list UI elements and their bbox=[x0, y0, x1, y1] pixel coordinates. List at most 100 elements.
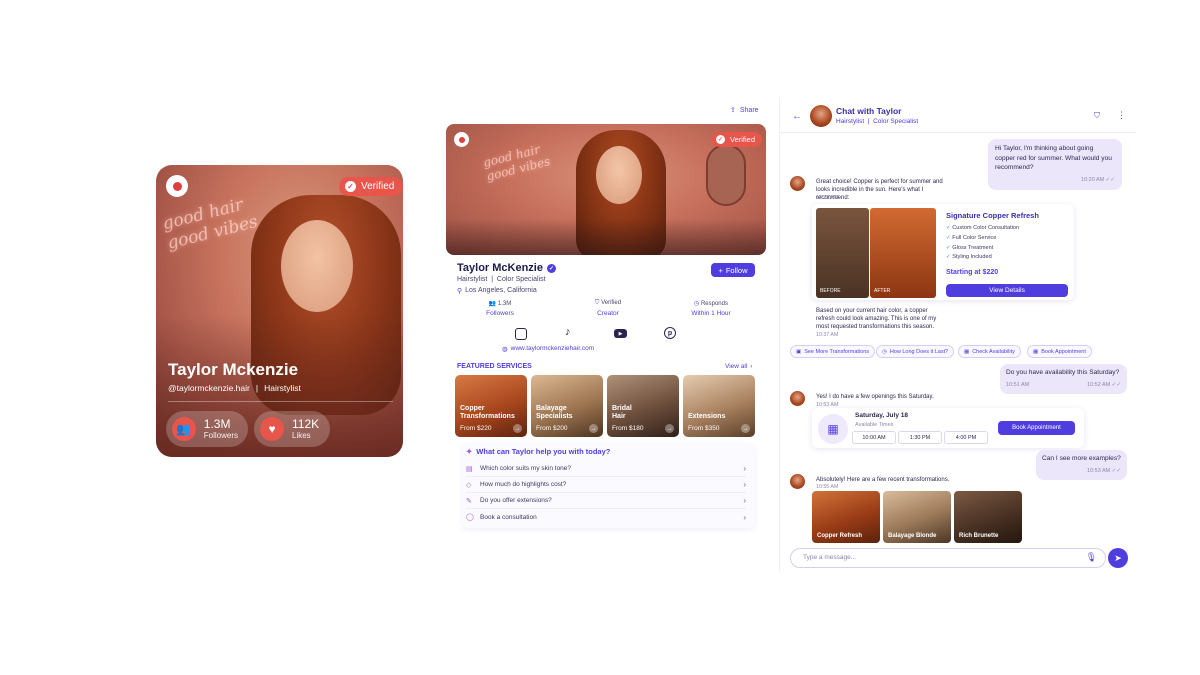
back-arrow-icon[interactable]: ← bbox=[792, 111, 802, 122]
arrow-right-icon: → bbox=[513, 424, 522, 433]
arrow-right-icon: → bbox=[741, 424, 750, 433]
divider bbox=[168, 401, 393, 402]
record-icon[interactable] bbox=[166, 175, 188, 197]
help-item[interactable]: ✎ Do you offer extensions? › bbox=[466, 493, 746, 509]
chat-icon: ◯ bbox=[466, 514, 474, 521]
check-icon: ✓ bbox=[946, 234, 951, 241]
book-appointment-button[interactable]: Book Appointment bbox=[998, 421, 1075, 435]
service-card[interactable]: Bridal Hair From $180 → bbox=[607, 375, 679, 437]
tiktok-icon[interactable]: ♪ bbox=[565, 326, 571, 338]
avatar bbox=[790, 176, 805, 191]
outgoing-message: Do you have availability this Saturday? … bbox=[1000, 364, 1127, 394]
add-user-icon: + bbox=[718, 265, 723, 275]
chip-availability[interactable]: ▦ Check Availability bbox=[958, 345, 1021, 358]
shield-icon[interactable]: ⛉ bbox=[1094, 111, 1100, 121]
time-slot[interactable]: 10:00 AM bbox=[852, 431, 896, 444]
neon-sign: good hair good vibes bbox=[160, 194, 260, 254]
pencil-icon: ✎ bbox=[466, 497, 472, 505]
location-pin-icon: ⚲ bbox=[457, 288, 463, 295]
service-card[interactable]: Extensions From $350 → bbox=[683, 375, 755, 437]
booking-date: Saturday, July 18 bbox=[855, 412, 908, 419]
chip-how-long[interactable]: ◷ How Long Does it Last? bbox=[876, 345, 955, 358]
people-icon: 👥 bbox=[172, 417, 196, 441]
chip-see-more[interactable]: ▣ See More Transformations bbox=[790, 345, 876, 358]
time-slot[interactable]: 4:00 PM bbox=[944, 431, 988, 444]
profile-meta: @taylormckenzie.hair | Hairstylist bbox=[168, 383, 301, 393]
send-icon: ➤ bbox=[1114, 552, 1122, 563]
incoming-message: Based on your current hair color, a copp… bbox=[816, 308, 937, 331]
message-input[interactable]: Type a message... 🎙 bbox=[790, 548, 1106, 568]
instagram-icon[interactable] bbox=[515, 328, 527, 340]
gallery-photo[interactable]: Balayage Blonde bbox=[883, 491, 951, 543]
check-icon: ✓ bbox=[345, 181, 356, 192]
offer-features: ✓ Custom Color Consultation ✓ Full Color… bbox=[946, 225, 1020, 261]
help-item[interactable]: ▤ Which color suits my skin tone? › bbox=[466, 461, 746, 477]
heart-icon: ♥ bbox=[260, 417, 284, 441]
divider bbox=[780, 132, 1136, 133]
help-item[interactable]: ◯ Book a consultation › bbox=[466, 509, 746, 525]
mirror-decor bbox=[706, 144, 746, 206]
service-card[interactable]: Balayage Specialists From $200 → bbox=[531, 375, 603, 437]
clock-icon: ◷ bbox=[694, 301, 700, 307]
before-photo: BEFORE bbox=[816, 208, 869, 298]
calendar-icon: ▦ bbox=[818, 414, 848, 444]
likes-stat[interactable]: ♥ 112K Likes bbox=[254, 411, 330, 447]
arrow-right-icon: → bbox=[589, 424, 598, 433]
shield-check-icon: ⛉ bbox=[594, 300, 600, 306]
portrait-face bbox=[281, 220, 353, 312]
share-icon: ⇪ bbox=[730, 107, 736, 114]
profile-subtitle: Hairstylist | Color Specialist bbox=[457, 276, 546, 283]
youtube-icon[interactable]: ▶ bbox=[614, 329, 627, 338]
chevron-right-icon: › bbox=[750, 363, 753, 370]
chat-title: Chat with Taylor bbox=[836, 106, 902, 116]
avatar bbox=[810, 105, 832, 127]
portrait-face bbox=[596, 146, 642, 204]
outgoing-message: Hi Taylor, I'm thinking about going copp… bbox=[988, 139, 1122, 190]
avatar bbox=[790, 474, 805, 489]
avatar bbox=[790, 391, 805, 406]
after-photo: AFTER bbox=[870, 208, 936, 298]
hero-shade bbox=[446, 219, 766, 255]
incoming-message: Yes! I do have a few openings this Satur… bbox=[816, 394, 934, 400]
chevron-right-icon: › bbox=[743, 496, 746, 505]
gallery-photo[interactable]: Copper Refresh bbox=[812, 491, 880, 543]
followers-stat[interactable]: 👥 1.3M Followers bbox=[166, 411, 248, 447]
profile-card-compact: good hair good vibes ✓ Verified Taylor M… bbox=[156, 165, 403, 457]
follow-button[interactable]: + Follow bbox=[711, 263, 755, 277]
sparkle-icon: ✦ bbox=[466, 447, 473, 456]
send-button[interactable]: ➤ bbox=[1108, 548, 1128, 568]
view-all-link[interactable]: View all › bbox=[725, 363, 752, 370]
time-slot[interactable]: 1:30 PM bbox=[898, 431, 942, 444]
view-details-button[interactable]: View Details bbox=[946, 284, 1068, 297]
service-card[interactable]: Copper Transformations From $220 → bbox=[455, 375, 527, 437]
offer-price: Starting at $220 bbox=[946, 269, 999, 276]
check-icon: ✓ bbox=[946, 225, 951, 231]
record-icon[interactable] bbox=[454, 132, 469, 147]
message-time: 10:37 AM bbox=[816, 332, 839, 338]
help-title: ✦ What can Taylor help you with today? bbox=[466, 447, 611, 456]
gallery-photo[interactable]: Rich Brunette bbox=[954, 491, 1022, 543]
check-icon: ✓ bbox=[946, 254, 951, 261]
chevron-right-icon: › bbox=[743, 512, 746, 522]
incoming-message: Absolutely! Here are a few recent transf… bbox=[816, 477, 950, 483]
more-icon[interactable]: ⋮ bbox=[1117, 110, 1126, 121]
outgoing-message: Can I see more examples? 10:53 AM ✓✓ bbox=[1036, 450, 1127, 480]
stat-response: ◷ Responds Within 1 Hour bbox=[691, 301, 731, 317]
chip-book[interactable]: ▦ Book Appointment bbox=[1027, 345, 1092, 358]
pinterest-icon[interactable]: p bbox=[664, 327, 676, 339]
profile-location: ⚲ Los Angeles, California bbox=[457, 287, 537, 295]
people-icon: 👥 bbox=[488, 301, 497, 307]
message-time: 10:21 AM bbox=[816, 195, 839, 201]
help-item[interactable]: ◇ How much do highlights cost? › bbox=[466, 477, 746, 493]
chevron-right-icon: › bbox=[743, 480, 746, 489]
verified-badge: ✓ Verified bbox=[339, 177, 403, 196]
check-icon: ✓ bbox=[716, 135, 725, 144]
tag-icon: ◇ bbox=[466, 481, 472, 489]
microphone-icon[interactable]: 🎙 bbox=[1086, 552, 1097, 563]
share-button[interactable]: ⇪ Share bbox=[730, 106, 759, 115]
calendar-icon: ▦ bbox=[964, 348, 970, 355]
website-link[interactable]: ◍ www.taylormckenziehair.com bbox=[502, 345, 594, 353]
stat-followers: 👥 1.3M Followers bbox=[486, 301, 514, 317]
chat-subtitle: Hairstylist | Color Specialist bbox=[836, 118, 919, 125]
verified-check-icon: ✓ bbox=[547, 263, 556, 273]
